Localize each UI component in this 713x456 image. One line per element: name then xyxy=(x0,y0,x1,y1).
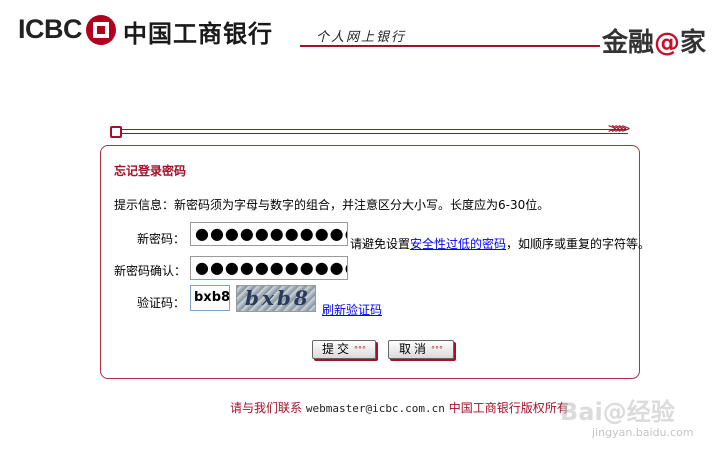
contact-text: 请与我们联系 xyxy=(230,401,303,415)
confirm-password-label: 新密码确认： xyxy=(114,264,187,278)
ribbon-bar xyxy=(122,129,628,134)
new-password-label: 新密码： xyxy=(137,232,186,246)
watermark-logo: Bai@经验 xyxy=(560,398,675,426)
contact-email-link[interactable]: webmaster@icbc.com.cn xyxy=(306,402,445,415)
captcha-input[interactable]: bxb8 xyxy=(190,285,230,311)
confirm-password-input[interactable]: ●●●●●●●●●●● xyxy=(190,256,348,280)
cancel-button[interactable]: 取消 °°° xyxy=(388,340,454,359)
page-title: 忘记登录密码 xyxy=(114,164,187,178)
copyright-text: 中国工商银行版权所有 xyxy=(448,401,569,415)
submit-button[interactable]: 提交 °°° xyxy=(312,340,376,359)
captcha-image: bxb8 xyxy=(236,285,316,312)
page-header: ICBC 中国工商银行 个人网上银行 金融@家 xyxy=(0,0,713,62)
bank-name: 中国工商银行 xyxy=(123,20,273,48)
refresh-captcha-link[interactable]: 刷新验证码 xyxy=(322,301,382,318)
weak-password-link[interactable]: 安全性过低的密码 xyxy=(410,237,506,251)
ribbon-arrows-icon: >>>>> xyxy=(608,121,630,137)
hint-text: 提示信息：新密码须为字母与数字的组合，并注意区分大小写。长度应为6-30位。 xyxy=(114,198,550,212)
service-slogan: 个人网上银行 xyxy=(316,30,407,45)
ribbon-square-icon xyxy=(110,126,122,138)
captcha-label: 验证码： xyxy=(137,296,186,310)
password-warning: 请避免设置安全性过低的密码，如顺序或重复的字符等。 xyxy=(350,237,651,251)
watermark-url: jingyan.baidu.com xyxy=(592,426,694,439)
brand-logo: 金融@家 xyxy=(602,28,707,58)
header-divider xyxy=(300,45,600,47)
page-footer: 请与我们联系 webmaster@icbc.com.cn 中国工商银行版权所有 xyxy=(230,399,569,416)
icbc-logo-text: ICBC xyxy=(18,14,83,44)
new-password-input[interactable]: ●●●●●●●●●●● xyxy=(190,222,348,246)
icbc-logo-icon xyxy=(86,15,116,45)
